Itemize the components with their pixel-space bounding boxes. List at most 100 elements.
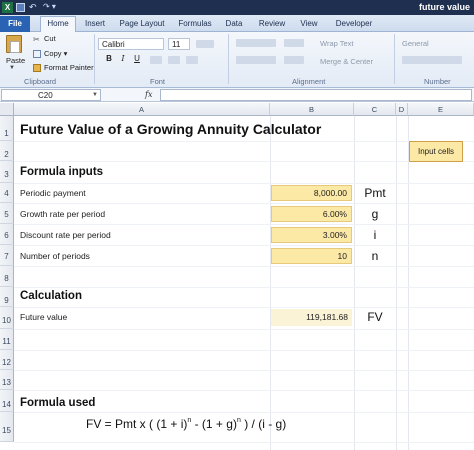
input-cells-legend[interactable]: Input cells — [409, 141, 463, 162]
number-of-periods-label[interactable]: Number of periods — [20, 251, 90, 261]
row-header[interactable]: 6 — [0, 224, 14, 245]
g-symbol[interactable]: g — [355, 207, 395, 221]
format-painter-icon — [33, 64, 41, 73]
italic-button[interactable]: I — [118, 54, 128, 64]
name-box[interactable]: C20 — [1, 89, 101, 101]
calculation-heading[interactable]: Calculation — [20, 290, 82, 302]
row-header[interactable]: 11 — [0, 329, 14, 350]
row-header[interactable]: 15 — [0, 412, 14, 442]
number-format-select[interactable]: General — [402, 39, 429, 48]
format-painter-label: Format Painter — [44, 63, 94, 72]
row-header[interactable]: 3 — [0, 161, 14, 183]
row-header[interactable]: 10 — [0, 307, 14, 329]
row-header[interactable]: 8 — [0, 266, 14, 287]
underline-button[interactable]: U — [132, 54, 142, 64]
ribbon-tabs: File Home Insert Page Layout Formulas Da… — [0, 15, 474, 32]
quick-access-more-icon[interactable]: ↷ ▾ — [43, 2, 63, 12]
cut-button[interactable]: ✂ Cut — [33, 34, 56, 44]
row-header[interactable]: 1 — [0, 116, 14, 141]
formula-input[interactable] — [160, 89, 472, 101]
column-header-e[interactable]: E — [408, 103, 474, 116]
tab-home[interactable]: Home — [40, 16, 76, 32]
font-grow-icon[interactable] — [196, 40, 214, 48]
name-box-dropdown-icon[interactable]: ▼ — [92, 89, 98, 101]
row-header[interactable]: 14 — [0, 390, 14, 412]
row-header[interactable]: 5 — [0, 203, 14, 224]
formula-used-heading[interactable]: Formula used — [20, 397, 95, 409]
ribbon-home: Paste ▼ ✂ Cut Copy ▾ Format Painter Clipb… — [0, 32, 474, 88]
sheet-title[interactable]: Future Value of a Growing Annuity Calcul… — [20, 121, 321, 137]
n-symbol[interactable]: n — [355, 249, 395, 263]
tab-developer[interactable]: Developer — [332, 17, 376, 31]
excel-logo-icon: X — [2, 2, 13, 13]
future-value-output[interactable]: 119,181.68 — [271, 309, 352, 326]
copy-dropdown-icon[interactable]: ▾ — [64, 49, 68, 58]
i-symbol[interactable]: i — [355, 228, 395, 242]
group-divider — [394, 34, 395, 84]
group-divider — [94, 34, 95, 84]
row-header[interactable]: 4 — [0, 183, 14, 203]
font-color-icon[interactable] — [186, 56, 198, 64]
tab-insert[interactable]: Insert — [80, 17, 110, 31]
tab-review[interactable]: Review — [256, 17, 288, 31]
formula-part-2: - (1 + g) — [191, 417, 237, 431]
copy-button[interactable]: Copy ▾ — [33, 49, 67, 59]
tab-formulas[interactable]: Formulas — [176, 17, 214, 31]
bold-button[interactable]: B — [104, 54, 114, 64]
alignment-group-label: Alignment — [292, 77, 326, 86]
undo-icon[interactable]: ↶ — [29, 2, 39, 12]
font-name-select[interactable]: Calibri — [98, 38, 164, 50]
clipboard-group-label: Clipboard — [24, 77, 57, 86]
fv-symbol[interactable]: FV — [355, 310, 395, 324]
group-divider — [228, 34, 229, 84]
indent-icons[interactable] — [284, 56, 304, 64]
growth-rate-label[interactable]: Growth rate per period — [20, 209, 105, 219]
save-icon[interactable] — [16, 3, 25, 12]
discount-rate-input[interactable]: 3.00% — [271, 227, 352, 243]
title-bar: X ↶ ↷ ▾ future value — [0, 0, 474, 15]
formula-part-1: FV = Pmt x ( (1 + i) — [86, 417, 188, 431]
column-header-b[interactable]: B — [270, 103, 354, 116]
column-header-a[interactable]: A — [14, 103, 270, 116]
format-painter-button[interactable]: Format Painter — [33, 63, 94, 73]
formula-bar: C20 ▼ fx — [0, 88, 474, 102]
fv-formula[interactable]: FV = Pmt x ( (1 + i)n - (1 + g)n ) / (i … — [86, 417, 286, 431]
tab-file[interactable]: File — [0, 16, 30, 32]
formula-inputs-heading[interactable]: Formula inputs — [20, 166, 103, 178]
row-header[interactable]: 7 — [0, 245, 14, 266]
window-title: future value — [418, 2, 470, 12]
tab-view[interactable]: View — [296, 17, 322, 31]
growth-rate-input[interactable]: 6.00% — [271, 206, 352, 222]
paste-icon[interactable] — [6, 35, 22, 53]
select-all-corner[interactable] — [0, 103, 14, 116]
column-header-c[interactable]: C — [354, 103, 396, 116]
periodic-payment-label[interactable]: Periodic payment — [20, 188, 86, 198]
scissors-icon: ✂ — [33, 35, 40, 45]
copy-icon — [33, 50, 41, 59]
future-value-label[interactable]: Future value — [20, 312, 67, 322]
paste-dropdown-icon[interactable]: ▼ — [9, 65, 15, 71]
wrap-text-button[interactable]: Wrap Text — [320, 39, 354, 48]
discount-rate-label[interactable]: Discount rate per period — [20, 230, 111, 240]
row-header[interactable]: 2 — [0, 141, 14, 161]
font-size-select[interactable]: 11 — [168, 38, 190, 50]
formula-part-3: ) / (i - g) — [240, 417, 287, 431]
orientation-icon[interactable] — [284, 39, 304, 47]
periodic-payment-input[interactable]: 8,000.00 — [271, 185, 352, 201]
column-header-d[interactable]: D — [396, 103, 408, 116]
number-format-icons[interactable] — [402, 56, 462, 64]
fill-color-icon[interactable] — [168, 56, 180, 64]
merge-center-button[interactable]: Merge & Center — [320, 57, 373, 66]
borders-icon[interactable] — [150, 56, 162, 64]
paste-button[interactable]: Paste — [6, 56, 25, 65]
row-header[interactable]: 9 — [0, 287, 14, 307]
row-header[interactable]: 12 — [0, 350, 14, 370]
pmt-symbol[interactable]: Pmt — [355, 186, 395, 200]
top-align-icons[interactable] — [236, 39, 276, 47]
number-of-periods-input[interactable]: 10 — [271, 248, 352, 264]
tab-page-layout[interactable]: Page Layout — [118, 17, 166, 31]
tab-data[interactable]: Data — [222, 17, 246, 31]
insert-function-icon[interactable]: fx — [145, 89, 152, 101]
horizontal-align-icons[interactable] — [236, 56, 276, 64]
row-header[interactable]: 13 — [0, 370, 14, 390]
